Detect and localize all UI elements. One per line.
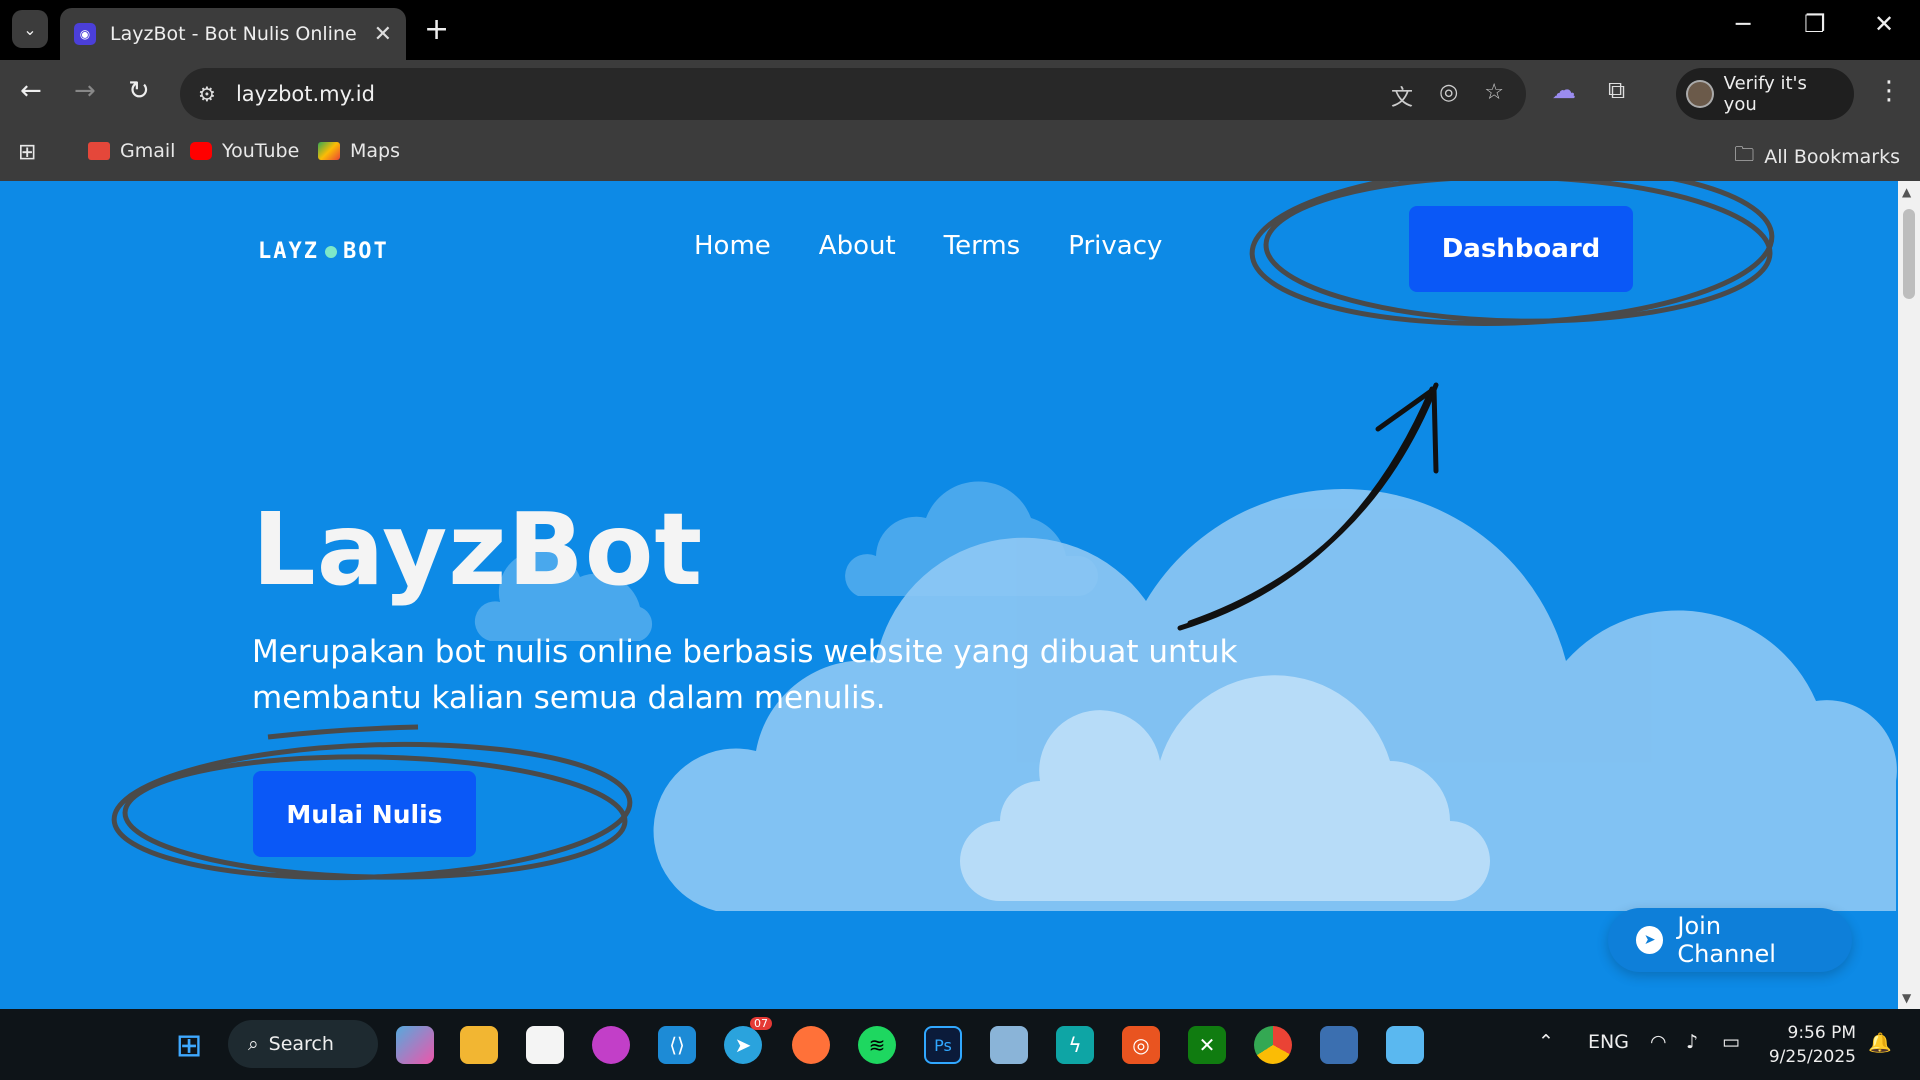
- taskbar-search-label: Search: [268, 1033, 334, 1055]
- youtube-icon: [190, 142, 212, 160]
- telegram-badge: 07: [750, 1017, 772, 1030]
- app-lightblue-icon[interactable]: [990, 1026, 1028, 1064]
- system-clock[interactable]: 9:56 PM 9/25/2025: [1769, 1021, 1856, 1069]
- all-bookmarks-button[interactable]: 🗀 All Bookmarks: [1734, 140, 1900, 174]
- bookmark-maps[interactable]: Maps: [318, 140, 400, 162]
- page-scrollbar[interactable]: ▲ ▼: [1898, 181, 1920, 1009]
- profile-button[interactable]: Verify it's you: [1676, 68, 1854, 120]
- file-explorer-icon[interactable]: [460, 1026, 498, 1064]
- scroll-down-icon[interactable]: ▼: [1902, 991, 1911, 1005]
- new-tab-button[interactable]: +: [424, 12, 449, 47]
- telegram-icon: ➤: [1636, 926, 1664, 954]
- firefox-icon[interactable]: [792, 1026, 830, 1064]
- bookmark-label: Gmail: [120, 140, 176, 162]
- notepad-icon[interactable]: [1386, 1026, 1424, 1064]
- logo-dot-icon: [324, 246, 337, 258]
- site-logo[interactable]: LAYZ BOT: [258, 239, 389, 264]
- browser-chrome: ⌄ ◉ LayzBot - Bot Nulis Online ✕ + ─ ❐ ✕…: [0, 0, 1920, 181]
- forward-icon[interactable]: →: [74, 76, 96, 106]
- bookmark-label: YouTube: [222, 140, 300, 162]
- notifications-icon[interactable]: 🔔: [1868, 1031, 1892, 1054]
- tab-search-button[interactable]: ⌄: [12, 10, 48, 48]
- all-bookmarks-label: All Bookmarks: [1764, 146, 1900, 168]
- scroll-up-icon[interactable]: ▲: [1902, 185, 1911, 199]
- site-favicon-icon: ◉: [74, 23, 96, 45]
- vscode-icon[interactable]: ⟨⟩: [658, 1026, 696, 1064]
- star-icon[interactable]: ☆: [1484, 80, 1504, 112]
- chevron-down-icon: ⌄: [23, 19, 37, 39]
- windows-taskbar: ⊞ ⌕ Search ⟨⟩ ➤ 07 ≋ Ps ϟ ◎ ✕ ⌃ ENG ◠ ♪ …: [0, 1009, 1920, 1080]
- app-purple-icon[interactable]: [592, 1026, 630, 1064]
- translate-icon[interactable]: 文: [1391, 80, 1413, 112]
- ubuntu-icon[interactable]: ◎: [1122, 1026, 1160, 1064]
- logo-text-right: BOT: [342, 239, 389, 264]
- chrome-icon[interactable]: [1254, 1026, 1292, 1064]
- reload-icon[interactable]: ↻: [128, 76, 150, 106]
- close-tab-icon[interactable]: ✕: [374, 22, 392, 47]
- hero-title: LayzBot: [252, 491, 704, 608]
- spotify-icon[interactable]: ≋: [858, 1026, 896, 1064]
- microsoft-store-icon[interactable]: [526, 1026, 564, 1064]
- avatar: [1686, 80, 1714, 108]
- xbox-icon[interactable]: ✕: [1188, 1026, 1226, 1064]
- nav-terms[interactable]: Terms: [944, 231, 1021, 261]
- volume-icon[interactable]: ♪: [1686, 1031, 1698, 1053]
- tab-title: LayzBot - Bot Nulis Online: [110, 23, 357, 45]
- telegram-taskbar-icon[interactable]: ➤: [724, 1026, 762, 1064]
- site-info-icon[interactable]: ⚙: [198, 82, 216, 106]
- search-icon: ⌕: [248, 1033, 259, 1055]
- nav-home[interactable]: Home: [694, 231, 771, 261]
- nav-about[interactable]: About: [819, 231, 896, 261]
- minimize-icon[interactable]: ─: [1736, 10, 1750, 38]
- extension-icon[interactable]: ☁: [1552, 76, 1576, 104]
- nav-privacy[interactable]: Privacy: [1068, 231, 1162, 261]
- web-page: LAYZ BOT Home About Terms Privacy Dashboa…: [0, 181, 1898, 1009]
- gmail-icon: [88, 142, 110, 160]
- remote-desktop-icon[interactable]: [1320, 1026, 1358, 1064]
- scrollbar-thumb[interactable]: [1903, 209, 1915, 299]
- logo-text-left: LAYZ: [258, 239, 319, 264]
- join-channel-button[interactable]: ➤ Join Channel: [1608, 908, 1852, 972]
- profile-label: Verify it's you: [1723, 73, 1807, 115]
- folder-icon: 🗀: [1734, 142, 1755, 166]
- url-text: layzbot.my.id: [235, 82, 375, 106]
- site-nav: Home About Terms Privacy: [694, 231, 1162, 261]
- address-bar[interactable]: ⚙ layzbot.my.id 文 ◎ ☆: [180, 68, 1526, 120]
- tab-strip: ⌄ ◉ LayzBot - Bot Nulis Online ✕ + ─ ❐ ✕: [0, 0, 1920, 60]
- menu-kebab-icon[interactable]: ⋮: [1876, 76, 1902, 106]
- close-window-icon[interactable]: ✕: [1874, 10, 1894, 38]
- hero-subtitle: Merupakan bot nulis online berbasis webs…: [252, 634, 1238, 716]
- tab-active[interactable]: ◉ LayzBot - Bot Nulis Online ✕: [60, 8, 406, 60]
- copilot-icon[interactable]: [396, 1026, 434, 1064]
- apps-grid-icon[interactable]: ⊞: [18, 140, 36, 165]
- app-teal-icon[interactable]: ϟ: [1056, 1026, 1094, 1064]
- taskbar-search[interactable]: ⌕ Search: [228, 1020, 378, 1068]
- clock-date: 9/25/2025: [1768, 1047, 1856, 1067]
- restore-icon[interactable]: ❐: [1804, 10, 1826, 38]
- photoshop-icon[interactable]: Ps: [924, 1026, 962, 1064]
- windows-start-icon[interactable]: ⊞: [170, 1026, 208, 1064]
- language-indicator[interactable]: ENG: [1588, 1031, 1629, 1053]
- extensions-puzzle-icon[interactable]: ⧉: [1608, 76, 1625, 104]
- eye-off-icon[interactable]: ◎: [1439, 80, 1458, 112]
- wifi-icon[interactable]: ◠: [1650, 1031, 1667, 1053]
- bookmarks-bar: ⊞ Gmail YouTube Maps 🗀 All Bookmarks: [0, 128, 1920, 180]
- bookmark-gmail[interactable]: Gmail: [88, 140, 175, 162]
- maps-icon: [318, 142, 340, 160]
- back-icon[interactable]: ←: [20, 76, 42, 106]
- tray-chevron-up-icon[interactable]: ⌃: [1538, 1031, 1554, 1053]
- dashboard-button[interactable]: Dashboard: [1409, 206, 1633, 292]
- clock-time: 9:56 PM: [1787, 1023, 1857, 1043]
- join-channel-label: Join Channel: [1677, 912, 1776, 968]
- bookmark-label: Maps: [350, 140, 400, 162]
- mulai-nulis-button[interactable]: Mulai Nulis: [253, 771, 476, 857]
- bookmark-youtube[interactable]: YouTube: [190, 140, 299, 162]
- battery-icon[interactable]: ▭: [1722, 1031, 1740, 1053]
- browser-toolbar: ← → ↻ ⚙ layzbot.my.id 文 ◎ ☆ ☁ ⧉ Verify i…: [0, 60, 1920, 128]
